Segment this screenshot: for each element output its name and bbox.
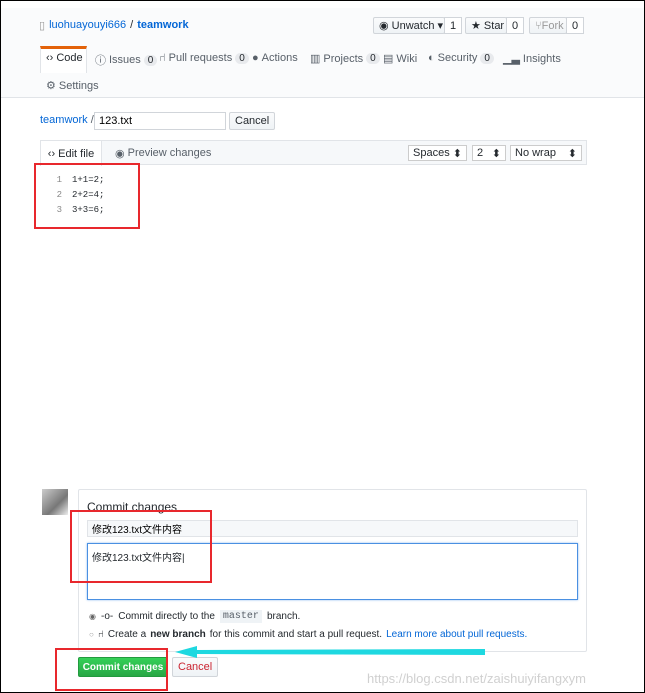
tab-pull-requests[interactable]: ⑁ Pull requests 0 <box>159 52 249 64</box>
repo-icon: ▯ <box>39 20 46 32</box>
tab-wiki[interactable]: ▤ Wiki <box>383 52 418 66</box>
indent-size-select[interactable]: 2 ⬍ <box>472 145 506 161</box>
play-icon: ● <box>252 52 259 64</box>
cancel-commit-button[interactable]: Cancel <box>172 657 219 677</box>
chevron-icon: ⬍ <box>452 147 462 160</box>
commit-icon: -o- <box>100 611 114 622</box>
unwatch-label: Unwatch <box>391 19 435 32</box>
watch-count[interactable]: 1 <box>444 17 463 34</box>
tab-label: Code <box>56 52 83 64</box>
tab-preview-changes[interactable]: ◉ Preview changes <box>115 147 211 160</box>
unwatch-button[interactable]: ◉ Unwatch ▾ <box>373 17 445 34</box>
fork-icon: ⑂ <box>535 19 542 32</box>
annotation-box <box>34 163 140 229</box>
fork-label: Fork <box>541 19 564 32</box>
chevron-icon: ⬍ <box>491 147 501 160</box>
count-badge: 0 <box>366 53 380 64</box>
radio-unselected[interactable]: ○ <box>89 630 94 639</box>
star-button[interactable]: ★ Star <box>465 17 507 34</box>
star-icon: ★ <box>471 20 484 32</box>
pull-request-icon: ⑁ <box>97 629 104 640</box>
gear-icon: ⚙ <box>46 80 56 92</box>
arrow-annotation <box>175 646 485 658</box>
fork-button[interactable]: ⑂ Fork <box>529 17 567 34</box>
count-badge: 0 <box>235 52 249 64</box>
arrow-shape <box>175 646 485 658</box>
wrap-mode-select[interactable]: No wrap ⬍ <box>510 145 582 161</box>
shield-icon: ◐ <box>428 52 435 64</box>
annotation-box <box>55 648 168 691</box>
tab-label: Projects <box>323 52 364 65</box>
tab-label: Pull requests <box>168 52 233 64</box>
select-value: Spaces <box>413 147 450 159</box>
select-value: No wrap <box>515 147 556 159</box>
tab-code[interactable]: ‹› Code <box>46 52 83 64</box>
tab-label: Settings <box>58 79 99 92</box>
eye-icon: ◉ <box>115 148 125 160</box>
issue-icon: ⓘ <box>95 55 106 67</box>
cancel-edit-button[interactable]: Cancel <box>229 112 276 130</box>
option-new-branch[interactable]: ○ ⑁ Create a new branch for this commit a… <box>89 629 527 640</box>
star-count[interactable]: 0 <box>506 17 525 34</box>
tab-settings[interactable]: ⚙ Settings <box>46 79 99 93</box>
book-icon: ▤ <box>383 53 394 65</box>
fork-count[interactable]: 0 <box>566 17 585 34</box>
repo-title: ▯ luohuayouyi666 / teamwork <box>39 19 189 32</box>
count-badge: 0 <box>143 54 158 66</box>
tab-label: Insights <box>522 52 561 65</box>
star-label: Star <box>483 19 505 32</box>
count-badge: 0 <box>480 52 494 64</box>
repo-owner-link[interactable]: luohuayouyi666 <box>49 19 126 32</box>
repo-name-link[interactable]: teamwork <box>137 19 188 32</box>
learn-more-link[interactable]: Learn more about pull requests. <box>386 629 527 640</box>
tab-actions[interactable]: ● Actions <box>252 52 298 64</box>
option-text: for this commit and start a pull request… <box>209 629 383 640</box>
watermark: https://blog.csdn.net/zaishuiyifangxym <box>367 671 586 686</box>
eye-icon: ◉ <box>379 20 392 32</box>
breadcrumb-root[interactable]: teamwork <box>40 114 88 126</box>
tab-label: Actions <box>261 52 298 64</box>
tab-label: Wiki <box>396 52 418 65</box>
option-text-bold: new branch <box>150 629 206 640</box>
code-icon: ‹› <box>46 52 54 64</box>
filename-input[interactable] <box>94 112 226 130</box>
project-icon: ▥ <box>310 53 321 65</box>
chevron-icon: ⬍ <box>567 147 577 160</box>
tab-issues[interactable]: ⓘ Issues 0 <box>95 52 158 68</box>
code-icon: ‹› <box>47 147 56 160</box>
tab-label: Edit file <box>58 147 95 160</box>
tab-label: Preview changes <box>127 147 212 159</box>
tab-label: Security <box>437 52 478 64</box>
pull-request-icon: ⑁ <box>159 52 166 64</box>
avatar <box>42 489 68 515</box>
tab-projects[interactable]: ▥ Projects 0 <box>310 52 380 65</box>
annotation-box <box>70 510 212 583</box>
tab-label: Issues <box>109 54 141 66</box>
option-text: Commit directly to the <box>118 611 215 622</box>
option-text: branch. <box>266 611 301 622</box>
separator: / <box>130 19 134 31</box>
select-value: 2 <box>477 147 484 159</box>
tab-security[interactable]: ◐ Security 0 <box>428 52 494 64</box>
tab-insights[interactable]: ▁▃ Insights <box>503 52 561 66</box>
graph-icon: ▁▃ <box>503 53 520 65</box>
branch-name: master <box>219 610 262 623</box>
indent-mode-select[interactable]: Spaces ⬍ <box>408 145 467 161</box>
option-commit-direct[interactable]: ◉ -o- Commit directly to the master branc… <box>89 610 300 623</box>
radio-selected[interactable]: ◉ <box>89 612 96 621</box>
option-text: Create a <box>107 629 147 640</box>
